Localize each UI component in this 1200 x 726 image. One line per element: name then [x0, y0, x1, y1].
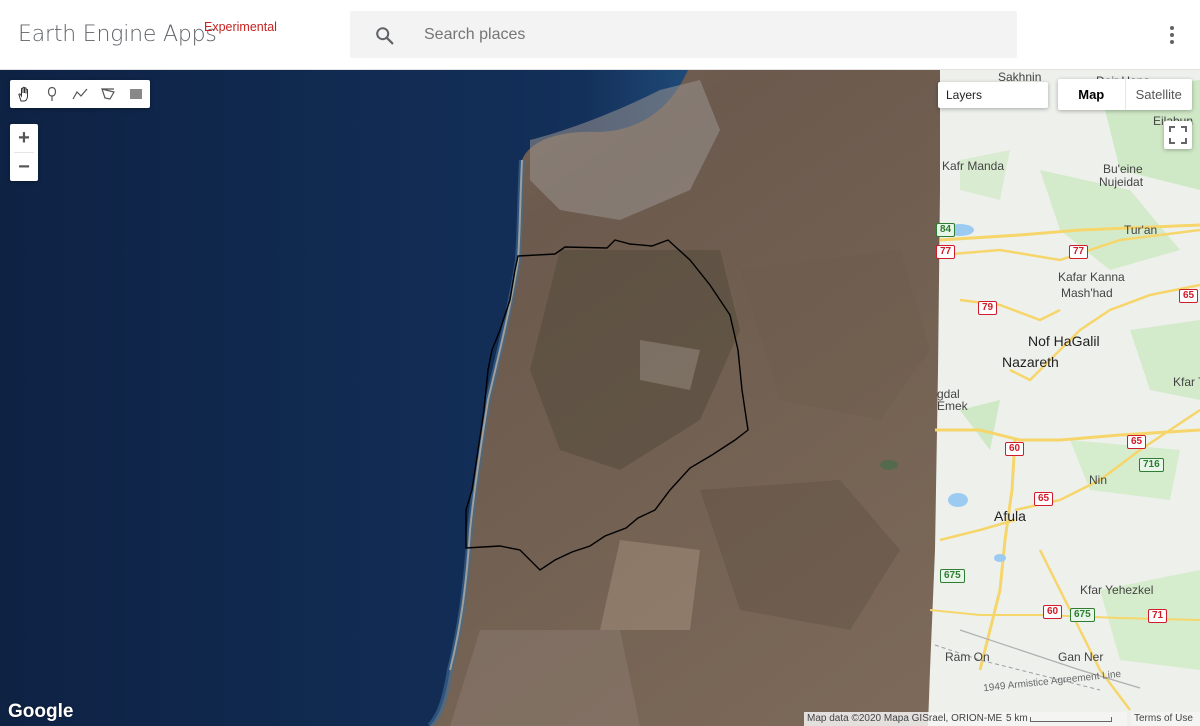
- place-label: Kfar T: [1173, 375, 1200, 389]
- fullscreen-icon: [1169, 126, 1187, 144]
- zoom-out-button[interactable]: −: [10, 153, 38, 181]
- route-shield: 65: [1179, 289, 1199, 303]
- route-shield: 65: [1127, 435, 1147, 449]
- scale-bar[interactable]: 5 km: [1003, 712, 1127, 726]
- route-shield: 71: [1148, 609, 1168, 623]
- place-label: Kafar Kanna: [1058, 270, 1125, 284]
- drawing-toolbar: [10, 80, 150, 108]
- rectangle-icon[interactable]: [122, 80, 150, 108]
- place-label: Nin: [1089, 473, 1108, 487]
- place-label: Mash'had: [1061, 286, 1113, 300]
- map-type-map-button[interactable]: Map: [1058, 79, 1126, 110]
- map-type-satellite-button[interactable]: Satellite: [1126, 79, 1193, 110]
- place-label: Afula: [994, 508, 1026, 524]
- marker-icon[interactable]: [38, 80, 66, 108]
- place-label: Bu'eine: [1103, 162, 1143, 176]
- line-icon[interactable]: [66, 80, 94, 108]
- zoom-in-button[interactable]: +: [10, 124, 38, 152]
- route-shield: 84: [936, 223, 956, 237]
- app-title[interactable]: Earth Engine Apps: [18, 22, 217, 47]
- map-attribution: Map data ©2020 Mapa GISrael, ORION-ME: [804, 712, 1006, 726]
- hand-icon[interactable]: [10, 80, 38, 108]
- terms-link[interactable]: Terms of Use: [1131, 712, 1200, 726]
- route-shield: 77: [936, 245, 956, 259]
- polygon-icon[interactable]: [94, 80, 122, 108]
- experimental-badge: Experimental: [204, 20, 277, 34]
- search-box[interactable]: [350, 11, 1017, 58]
- app-header: Earth Engine Apps Experimental: [0, 0, 1200, 70]
- map-type-control: Map Satellite: [1058, 79, 1192, 110]
- place-label: Gan Ner: [1058, 650, 1104, 664]
- scale-line: [1030, 717, 1112, 722]
- route-shield: 716: [1139, 458, 1164, 472]
- route-shield: 77: [1069, 245, 1089, 259]
- place-label: Nazareth: [1002, 354, 1059, 370]
- route-shield: 675: [940, 569, 965, 583]
- route-shield: 60: [1005, 442, 1025, 456]
- place-label: Kafr Manda: [942, 159, 1005, 173]
- zoom-control: + −: [10, 124, 38, 181]
- layers-button[interactable]: Layers: [938, 82, 1048, 108]
- place-label: Kfar Yehezkel: [1080, 583, 1154, 597]
- search-input[interactable]: [422, 19, 986, 51]
- place-label: Ram On: [945, 650, 990, 664]
- search-icon[interactable]: [374, 25, 396, 47]
- route-shield: 79: [978, 301, 998, 315]
- place-label: Nujeidat: [1099, 175, 1144, 189]
- more-vert-icon[interactable]: [1160, 22, 1184, 48]
- google-logo: Google: [8, 701, 74, 722]
- route-shield: 65: [1034, 492, 1054, 506]
- map-canvas[interactable]: Sakhnin Deir Hana Eilabun Kafr Manda Bu'…: [0, 70, 1200, 726]
- route-shield: 675: [1070, 608, 1095, 622]
- fullscreen-button[interactable]: [1164, 121, 1192, 149]
- place-label: Tur'an: [1124, 223, 1158, 237]
- route-shield: 60: [1043, 605, 1063, 619]
- place-label: Nof HaGalil: [1028, 333, 1100, 349]
- place-label: Emek: [937, 399, 968, 413]
- map-imagery: [0, 70, 1200, 726]
- scale-label: 5 km: [1006, 713, 1028, 724]
